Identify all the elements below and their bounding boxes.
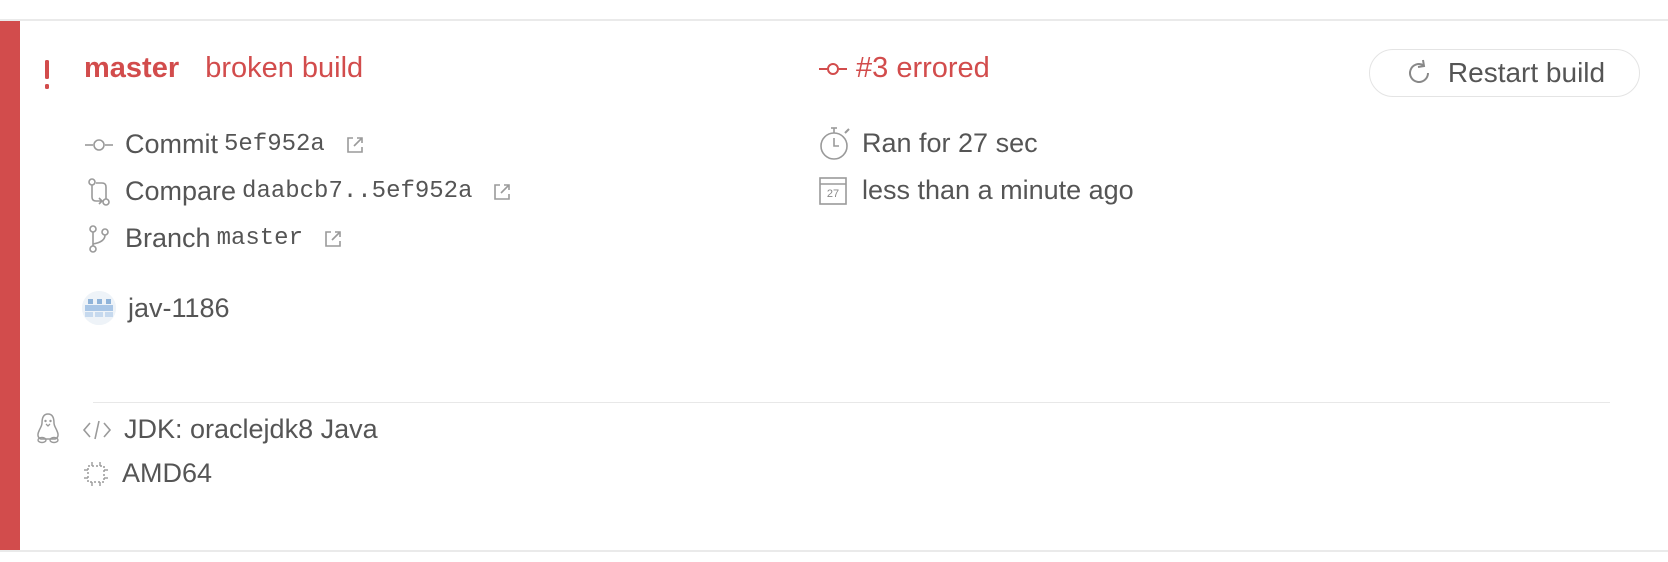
external-link-icon[interactable] bbox=[323, 229, 343, 249]
language-text: JDK: oraclejdk8 Java bbox=[124, 414, 378, 444]
compare-label: Compare bbox=[125, 176, 237, 206]
restart-build-label: Restart build bbox=[1447, 57, 1606, 88]
code-icon bbox=[82, 418, 112, 442]
compare-range: daabcb7..5ef952a bbox=[242, 178, 473, 205]
external-link-icon[interactable] bbox=[345, 135, 365, 155]
calendar-day: 27 bbox=[826, 188, 840, 200]
build-summary-card: master broken build #3 errored Restart b… bbox=[0, 19, 1668, 552]
commit-node-icon bbox=[818, 61, 848, 77]
build-title: master broken build bbox=[84, 52, 363, 85]
external-link-icon[interactable] bbox=[492, 182, 512, 202]
branch-row: Branch master bbox=[84, 223, 343, 254]
finished-row: 27 less than a minute ago bbox=[818, 174, 1134, 206]
branch-label: Branch bbox=[125, 223, 211, 253]
status-stripe bbox=[0, 21, 20, 550]
author-row: jav-1186 bbox=[82, 291, 230, 325]
author-name[interactable]: jav-1186 bbox=[128, 293, 230, 324]
linux-penguin-icon bbox=[34, 412, 62, 444]
restart-icon bbox=[1404, 58, 1434, 88]
branch-icon bbox=[84, 224, 114, 254]
finished-text: less than a minute ago bbox=[862, 174, 1134, 205]
stopwatch-icon bbox=[818, 125, 852, 161]
language-row: JDK: oraclejdk8 Java bbox=[82, 414, 378, 445]
exclamation-icon bbox=[42, 60, 52, 90]
branch-value: master bbox=[216, 225, 303, 252]
duration-row: Ran for 27 sec bbox=[818, 125, 1038, 161]
branch-name-link[interactable]: master bbox=[84, 52, 179, 84]
calendar-icon: 27 bbox=[818, 174, 848, 206]
build-state-message: broken build bbox=[205, 52, 364, 84]
duration-text: Ran for 27 sec bbox=[862, 127, 1038, 158]
divider bbox=[93, 402, 1610, 403]
commit-row: Commit 5ef952a bbox=[84, 129, 365, 160]
commit-sha: 5ef952a bbox=[224, 131, 325, 158]
commit-icon bbox=[84, 137, 114, 153]
compare-row: Compare daabcb7..5ef952a bbox=[84, 176, 512, 207]
arch-text: AMD64 bbox=[122, 458, 213, 488]
restart-build-button[interactable]: Restart build bbox=[1369, 49, 1640, 97]
compare-icon bbox=[84, 177, 114, 207]
commit-label: Commit bbox=[125, 129, 218, 159]
build-number-status[interactable]: #3 errored bbox=[818, 52, 990, 85]
arch-row: AMD64 bbox=[82, 458, 212, 489]
avatar bbox=[82, 291, 116, 325]
cpu-chip-icon bbox=[82, 460, 110, 488]
build-number-label: #3 errored bbox=[856, 52, 990, 84]
